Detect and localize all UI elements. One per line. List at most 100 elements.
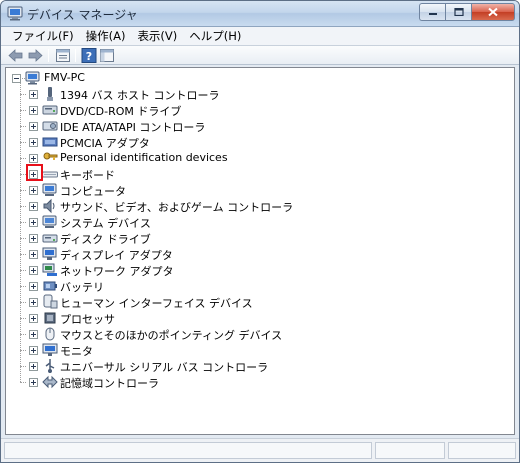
ide-controller-icon <box>42 121 58 131</box>
toolbar-separator <box>48 49 49 62</box>
display-adapter-icon <box>42 247 57 260</box>
expand-toggle[interactable] <box>29 138 38 147</box>
tree-node[interactable]: サウンド、ビデオ、およびゲーム コントローラ <box>6 198 514 214</box>
processor-icon <box>44 312 56 324</box>
tree-node-label: マウスとそのほかのポインティング デバイス <box>60 329 283 342</box>
firewire-controller-icon <box>47 87 53 101</box>
pcmcia-adapter-icon <box>42 137 58 147</box>
expand-toggle[interactable] <box>29 266 38 275</box>
expand-toggle[interactable] <box>29 202 38 211</box>
expand-toggle[interactable] <box>29 122 38 131</box>
status-pane-2 <box>375 442 445 459</box>
tree-node[interactable]: ディスプレイ アダプタ <box>6 246 514 262</box>
expand-toggle[interactable] <box>29 154 38 163</box>
device-manager-window: デバイス マネージャ ファイル(F) 操作(A) 表示(V) ヘルプ(H) ? … <box>0 0 520 463</box>
close-icon <box>488 7 498 17</box>
tree-node[interactable]: ネットワーク アダプタ <box>6 262 514 278</box>
expand-toggle[interactable] <box>29 378 38 387</box>
tree-connector-horizontal <box>20 78 25 79</box>
tree-node-label: モニタ <box>60 345 93 358</box>
expand-toggle[interactable] <box>29 218 38 227</box>
monitor-icon <box>42 343 58 356</box>
menu-file[interactable]: ファイル(F) <box>7 28 81 44</box>
expand-toggle[interactable] <box>29 106 38 115</box>
tree-node[interactable]: Personal identification devices <box>6 150 514 166</box>
status-bar <box>1 438 519 462</box>
close-button[interactable] <box>471 3 515 21</box>
tree-node-label: IDE ATA/ATAPI コントローラ <box>60 121 206 134</box>
console-tree-icon[interactable] <box>99 48 115 63</box>
usb-icon <box>45 359 55 373</box>
tree-node-label: プロセッサ <box>60 313 115 326</box>
tree-node[interactable]: コンピュータ <box>6 182 514 198</box>
forward-arrow-icon[interactable] <box>27 48 43 63</box>
tree-node[interactable]: 1394 バス ホスト コントローラ <box>6 86 514 102</box>
title-bar[interactable]: デバイス マネージャ <box>1 1 519 27</box>
tree-node[interactable]: バッテリ <box>6 278 514 294</box>
expand-toggle[interactable] <box>29 186 38 195</box>
expand-toggle[interactable] <box>29 234 38 243</box>
tree-node-label: ディスプレイ アダプタ <box>60 249 173 262</box>
expand-toggle[interactable] <box>29 250 38 259</box>
tree-node-label: ヒューマン インターフェイス デバイス <box>60 297 253 310</box>
computer-icon <box>42 183 57 196</box>
minimize-button[interactable] <box>419 3 445 21</box>
menu-help[interactable]: ヘルプ(H) <box>184 28 248 44</box>
status-pane-3 <box>448 442 516 459</box>
keyboard-icon <box>42 171 58 178</box>
tree-node[interactable]: モニタ <box>6 342 514 358</box>
tree-node[interactable]: システム デバイス <box>6 214 514 230</box>
tree-connector-horizontal <box>20 126 26 127</box>
network-adapter-icon <box>42 263 57 276</box>
highlight-box-keyboard-expander <box>26 164 43 181</box>
tree-connector-horizontal <box>20 366 26 367</box>
svg-text:?: ? <box>86 50 92 63</box>
expand-toggle[interactable] <box>29 330 38 339</box>
maximize-button[interactable] <box>445 3 471 21</box>
toolbar-separator <box>75 49 76 62</box>
tree-node[interactable]: ユニバーサル シリアル バス コントローラ <box>6 358 514 374</box>
tree-connector-horizontal <box>20 302 26 303</box>
tree-node[interactable]: IDE ATA/ATAPI コントローラ <box>6 118 514 134</box>
expand-toggle[interactable] <box>29 282 38 291</box>
tree-connector-horizontal <box>20 94 26 95</box>
disk-drive-icon <box>42 234 58 243</box>
tree-node[interactable]: DVD/CD-ROM ドライブ <box>6 102 514 118</box>
properties-icon[interactable] <box>55 48 71 63</box>
tree-node-label: バッテリ <box>60 281 104 294</box>
tree-node-label: Personal identification devices <box>60 151 228 164</box>
menu-view[interactable]: 表示(V) <box>132 28 184 44</box>
speaker-icon <box>43 198 55 214</box>
tree-connector-horizontal <box>20 222 26 223</box>
hid-icon <box>43 294 58 309</box>
tree-connector-horizontal <box>20 270 26 271</box>
tree-node-label: ディスク ドライブ <box>60 233 151 246</box>
help-icon[interactable]: ? <box>81 48 97 63</box>
back-arrow-icon[interactable] <box>8 48 24 63</box>
tree-node-label: DVD/CD-ROM ドライブ <box>60 105 182 118</box>
root-node-label: FMV-PC <box>44 71 85 84</box>
toolbar: ? <box>1 46 519 65</box>
status-pane-main <box>4 442 372 459</box>
window-controls <box>419 3 515 21</box>
menu-action[interactable]: 操作(A) <box>81 28 133 44</box>
expand-toggle[interactable] <box>29 346 38 355</box>
tree-node-label: PCMCIA アダプタ <box>60 137 150 150</box>
expand-toggle[interactable] <box>29 90 38 99</box>
tree-node-root[interactable]: FMV-PC <box>6 70 514 86</box>
maximize-icon <box>453 8 464 16</box>
tree-node[interactable]: プロセッサ <box>6 310 514 326</box>
expand-toggle[interactable] <box>29 314 38 323</box>
tree-node[interactable]: ディスク ドライブ <box>6 230 514 246</box>
expand-toggle[interactable] <box>29 362 38 371</box>
tree-node-label: ユニバーサル シリアル バス コントローラ <box>60 361 269 374</box>
tree-connector-horizontal <box>20 334 26 335</box>
tree-node[interactable]: ヒューマン インターフェイス デバイス <box>6 294 514 310</box>
tree-node[interactable]: マウスとそのほかのポインティング デバイス <box>6 326 514 342</box>
tree-node[interactable]: キーボード <box>6 166 514 182</box>
expand-toggle[interactable] <box>29 298 38 307</box>
tree-node[interactable]: 記憶域コントローラ <box>6 374 514 390</box>
tree-node[interactable]: PCMCIA アダプタ <box>6 134 514 150</box>
computer-icon <box>25 71 40 85</box>
tree-node-label: サウンド、ビデオ、およびゲーム コントローラ <box>60 201 294 214</box>
